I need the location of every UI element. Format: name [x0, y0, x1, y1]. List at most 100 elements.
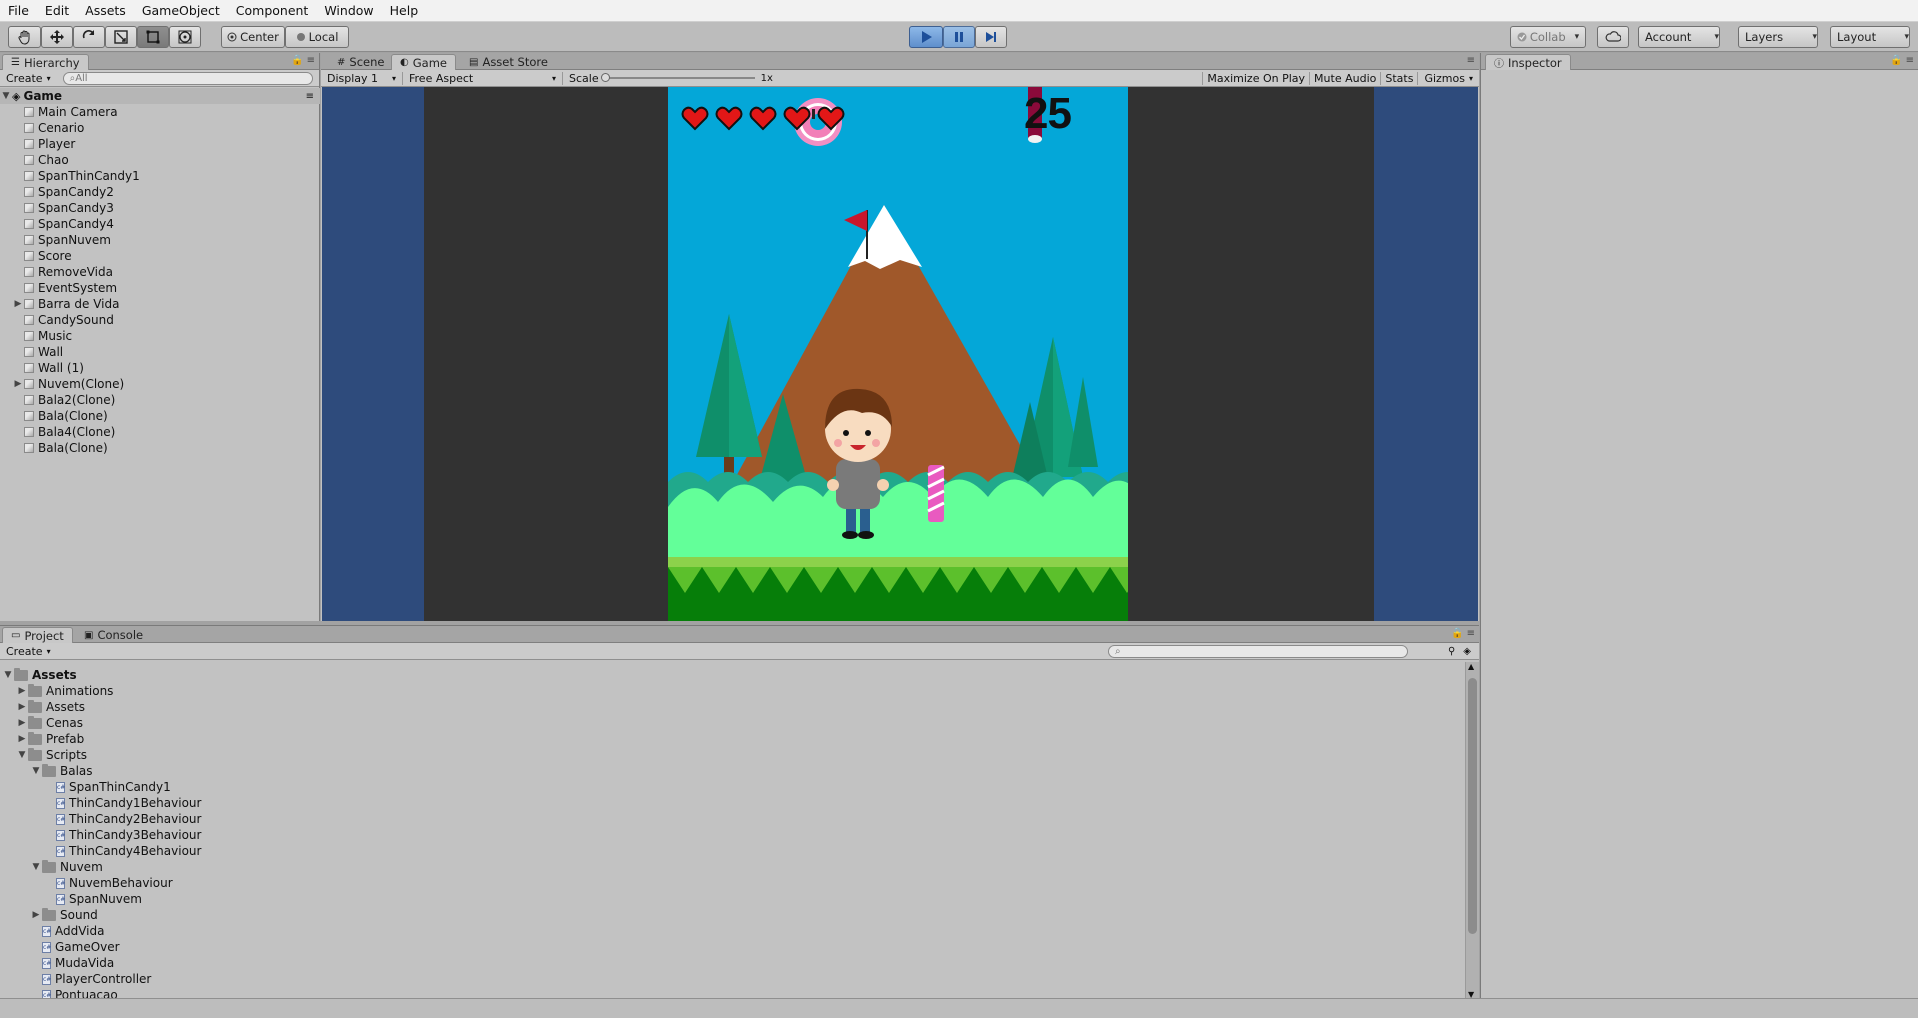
hierarchy-item[interactable]: Wall (1) — [12, 360, 84, 376]
project-folder[interactable]: ▼ Nuvem — [30, 859, 103, 875]
gizmos-dropdown[interactable]: Gizmos — [1417, 71, 1479, 85]
hierarchy-item[interactable]: Bala4(Clone) — [12, 424, 115, 440]
game-canvas[interactable]: 25 — [668, 87, 1128, 621]
tab-inspector[interactable]: ⓘ Inspector — [1485, 54, 1571, 70]
hierarchy-item[interactable]: Bala2(Clone) — [12, 392, 115, 408]
chevron-right-icon[interactable]: ▶ — [12, 299, 24, 309]
rotate-tool-button[interactable] — [73, 26, 105, 48]
hierarchy-item[interactable]: SpanCandy2 — [12, 184, 114, 200]
project-folder[interactable]: ▼ Assets — [2, 667, 77, 683]
menu-assets[interactable]: Assets — [77, 3, 134, 18]
chevron-right-icon[interactable]: ▶ — [16, 686, 28, 696]
collab-dropdown[interactable]: Collab — [1510, 26, 1586, 48]
hierarchy-item[interactable]: SpanCandy3 — [12, 200, 114, 216]
project-scrollbar[interactable]: ▲ ▼ — [1465, 662, 1479, 999]
move-tool-button[interactable] — [41, 26, 73, 48]
hierarchy-create-dropdown[interactable]: Create — [0, 72, 57, 85]
project-script[interactable]: c# ThinCandy2Behaviour — [44, 811, 201, 827]
hierarchy-item[interactable]: Music — [12, 328, 72, 344]
hierarchy-item[interactable]: Player — [12, 136, 75, 152]
panel-menu-icon[interactable]: 🔒 ≡ — [1451, 628, 1475, 639]
hierarchy-item[interactable]: Chao — [12, 152, 69, 168]
project-create-dropdown[interactable]: Create — [0, 645, 57, 658]
scrollbar-thumb[interactable] — [1468, 678, 1477, 934]
hierarchy-item[interactable]: Score — [12, 248, 72, 264]
project-folder[interactable]: ▶ Assets — [16, 699, 85, 715]
hand-tool-button[interactable] — [8, 26, 41, 48]
chevron-right-icon[interactable]: ▶ — [12, 379, 24, 389]
stats-toggle[interactable]: Stats — [1380, 71, 1417, 85]
layers-dropdown[interactable]: Layers — [1738, 26, 1818, 48]
filter-label-icon[interactable]: ◈ — [1463, 646, 1471, 657]
panel-menu-icon[interactable]: ≡ — [1467, 55, 1475, 66]
project-search-input[interactable]: ⌕ — [1107, 644, 1408, 658]
menu-help[interactable]: Help — [382, 3, 427, 18]
project-folder[interactable]: ▶ Cenas — [16, 715, 83, 731]
project-folder[interactable]: ▶ Prefab — [16, 731, 84, 747]
project-script[interactable]: c# ThinCandy3Behaviour — [44, 827, 201, 843]
scale-slider[interactable] — [600, 73, 755, 82]
menu-edit[interactable]: Edit — [37, 3, 77, 18]
aspect-dropdown[interactable]: Free Aspect — [403, 71, 563, 85]
chevron-down-icon[interactable]: ▼ — [16, 750, 28, 760]
rect-tool-button[interactable] — [137, 26, 169, 48]
display-dropdown[interactable]: Display 1 — [321, 71, 403, 85]
menu-file[interactable]: File — [0, 3, 37, 18]
pause-button[interactable] — [943, 26, 975, 48]
pivot-local-button[interactable]: Local — [285, 26, 349, 48]
tab-hierarchy[interactable]: ☰ Hierarchy — [2, 54, 89, 70]
hierarchy-item[interactable]: CandySound — [12, 312, 114, 328]
project-folder[interactable]: ▼ Balas — [30, 763, 93, 779]
chevron-right-icon[interactable]: ▶ — [16, 718, 28, 728]
panel-menu-icon[interactable]: 🔒 ≡ — [1890, 55, 1914, 66]
chevron-down-icon[interactable]: ▼ — [2, 670, 14, 680]
project-script[interactable]: c# MudaVida — [30, 955, 114, 971]
project-script[interactable]: c# ThinCandy1Behaviour — [44, 795, 201, 811]
step-button[interactable] — [975, 26, 1007, 48]
account-dropdown[interactable]: Account — [1638, 26, 1720, 48]
project-script[interactable]: c# PlayerController — [30, 971, 151, 987]
chevron-right-icon[interactable]: ▶ — [30, 910, 42, 920]
project-folder[interactable]: ▼ Scripts — [16, 747, 87, 763]
project-script[interactable]: c# NuvemBehaviour — [44, 875, 173, 891]
cloud-button[interactable] — [1597, 26, 1629, 48]
filter-type-icon[interactable]: ⚲ — [1448, 646, 1455, 657]
chevron-down-icon[interactable]: ▼ — [30, 862, 42, 872]
panel-menu-icon[interactable]: 🔒 ≡ — [291, 55, 315, 66]
scene-menu-icon[interactable]: ≡ — [306, 91, 314, 102]
transform-tool-button[interactable] — [169, 26, 201, 48]
tab-asset-store[interactable]: ▤ Asset Store — [461, 54, 556, 70]
tab-console[interactable]: ▣ Console — [76, 627, 151, 643]
project-script[interactable]: c# GameOver — [30, 939, 120, 955]
pivot-center-button[interactable]: Center — [221, 26, 285, 48]
project-script[interactable]: c# AddVida — [30, 923, 104, 939]
hierarchy-item[interactable]: SpanCandy4 — [12, 216, 114, 232]
tab-project[interactable]: ▭ Project — [2, 627, 73, 643]
hierarchy-item[interactable]: Main Camera — [12, 104, 118, 120]
project-script[interactable]: c# ThinCandy4Behaviour — [44, 843, 201, 859]
hierarchy-item[interactable]: Cenario — [12, 120, 84, 136]
project-script[interactable]: c# SpanNuvem — [44, 891, 142, 907]
hierarchy-item[interactable]: Bala(Clone) — [12, 408, 108, 424]
scale-slider-handle[interactable] — [600, 73, 610, 82]
tab-game[interactable]: ◐ Game — [391, 54, 456, 70]
tab-scene[interactable]: # Scene — [329, 54, 392, 70]
maximize-on-play-toggle[interactable]: Maximize On Play — [1202, 71, 1309, 85]
hierarchy-item[interactable]: Bala(Clone) — [12, 440, 108, 456]
chevron-right-icon[interactable]: ▶ — [16, 734, 28, 744]
hierarchy-item[interactable]: ▶ Nuvem(Clone) — [12, 376, 125, 392]
scene-root-row[interactable]: ▼ ◈ Game ≡ — [0, 88, 320, 104]
project-script[interactable]: c# SpanThinCandy1 — [44, 779, 171, 795]
hierarchy-item[interactable]: RemoveVida — [12, 264, 113, 280]
project-folder[interactable]: ▶ Sound — [30, 907, 98, 923]
game-viewport[interactable]: 25 — [322, 87, 1478, 621]
play-button[interactable] — [909, 26, 943, 48]
hierarchy-search-input[interactable]: ⌕ All — [62, 71, 313, 85]
scroll-up-icon[interactable]: ▲ — [1468, 662, 1474, 671]
layout-dropdown[interactable]: Layout — [1830, 26, 1910, 48]
hierarchy-item[interactable]: Wall — [12, 344, 63, 360]
project-folder[interactable]: ▶ Animations — [16, 683, 113, 699]
hierarchy-item[interactable]: SpanThinCandy1 — [12, 168, 140, 184]
chevron-right-icon[interactable]: ▶ — [16, 702, 28, 712]
menu-window[interactable]: Window — [316, 3, 381, 18]
